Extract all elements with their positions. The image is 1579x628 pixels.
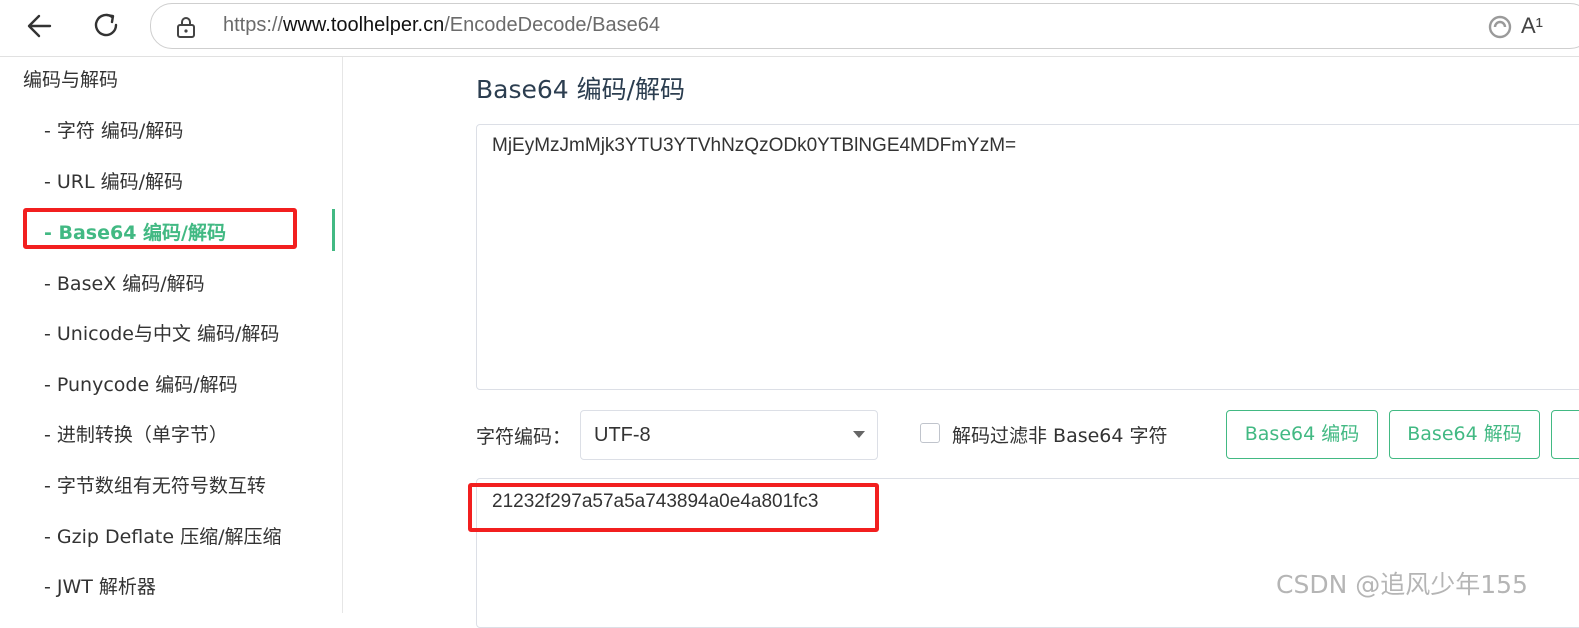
sidebar-item-bytes[interactable]: - 字节数组有无符号数互转: [44, 471, 266, 498]
encoding-label: 字符编码：: [476, 426, 572, 448]
sidebar-item-unicode[interactable]: - Unicode与中文 编码/解码: [44, 319, 279, 346]
sidebar: 编码与解码 - 字符 编码/解码 - URL 编码/解码 - Base64 编码…: [0, 57, 343, 613]
address-bar[interactable]: https://www.toolhelper.cn/EncodeDecode/B…: [150, 3, 1579, 49]
watermark: CSDN @追风少年155: [1276, 570, 1528, 599]
sidebar-item-radix[interactable]: - 进制转换（单字节）: [44, 420, 228, 447]
lock-icon[interactable]: [175, 15, 197, 39]
reload-icon: [94, 13, 118, 37]
url-scheme: https://: [223, 14, 284, 36]
caret-down-icon: [853, 431, 865, 438]
edge-refresh-icon[interactable]: [1487, 14, 1513, 40]
read-aloud-icon[interactable]: A¹: [1521, 13, 1543, 39]
sidebar-item-url[interactable]: - URL 编码/解码: [44, 167, 183, 194]
arrow-left-icon: [27, 14, 52, 38]
reload-button[interactable]: [86, 8, 126, 44]
base64-decode-button[interactable]: Base64 解码: [1389, 410, 1540, 459]
base64-input[interactable]: MjEyMzJmMjk3YTU3YTVhNzQzODk0YTBlNGE4MDFm…: [476, 124, 1579, 390]
url-text[interactable]: https://www.toolhelper.cn/EncodeDecode/B…: [223, 14, 660, 37]
filter-checkbox[interactable]: [920, 423, 940, 443]
sidebar-item-basex[interactable]: - BaseX 编码/解码: [44, 269, 205, 296]
page-title: Base64 编码/解码: [476, 75, 686, 104]
url-domain: www.toolhelper.cn: [283, 14, 445, 36]
browser-toolbar: https://www.toolhelper.cn/EncodeDecode/B…: [0, 0, 1579, 57]
sidebar-item-punycode[interactable]: - Punycode 编码/解码: [44, 370, 238, 397]
filter-label[interactable]: 解码过滤非 Base64 字符: [952, 421, 1168, 448]
sidebar-item-char[interactable]: - 字符 编码/解码: [44, 116, 183, 143]
sidebar-heading: 编码与解码: [23, 69, 119, 91]
back-button[interactable]: [20, 8, 60, 44]
annotation-box-sidebar: [23, 208, 297, 249]
base64-encode-button[interactable]: Base64 编码: [1226, 410, 1378, 459]
url-path: /EncodeDecode/Base64: [444, 14, 660, 36]
active-indicator: [332, 209, 335, 251]
sidebar-item-jwt[interactable]: - JWT 解析器: [44, 572, 156, 599]
annotation-box-output: [468, 483, 879, 532]
encoding-value: UTF-8: [594, 424, 651, 446]
sidebar-item-gzip[interactable]: - Gzip Deflate 压缩/解压缩: [44, 522, 281, 549]
more-button[interactable]: [1551, 410, 1579, 459]
encoding-select[interactable]: UTF-8: [580, 410, 878, 460]
